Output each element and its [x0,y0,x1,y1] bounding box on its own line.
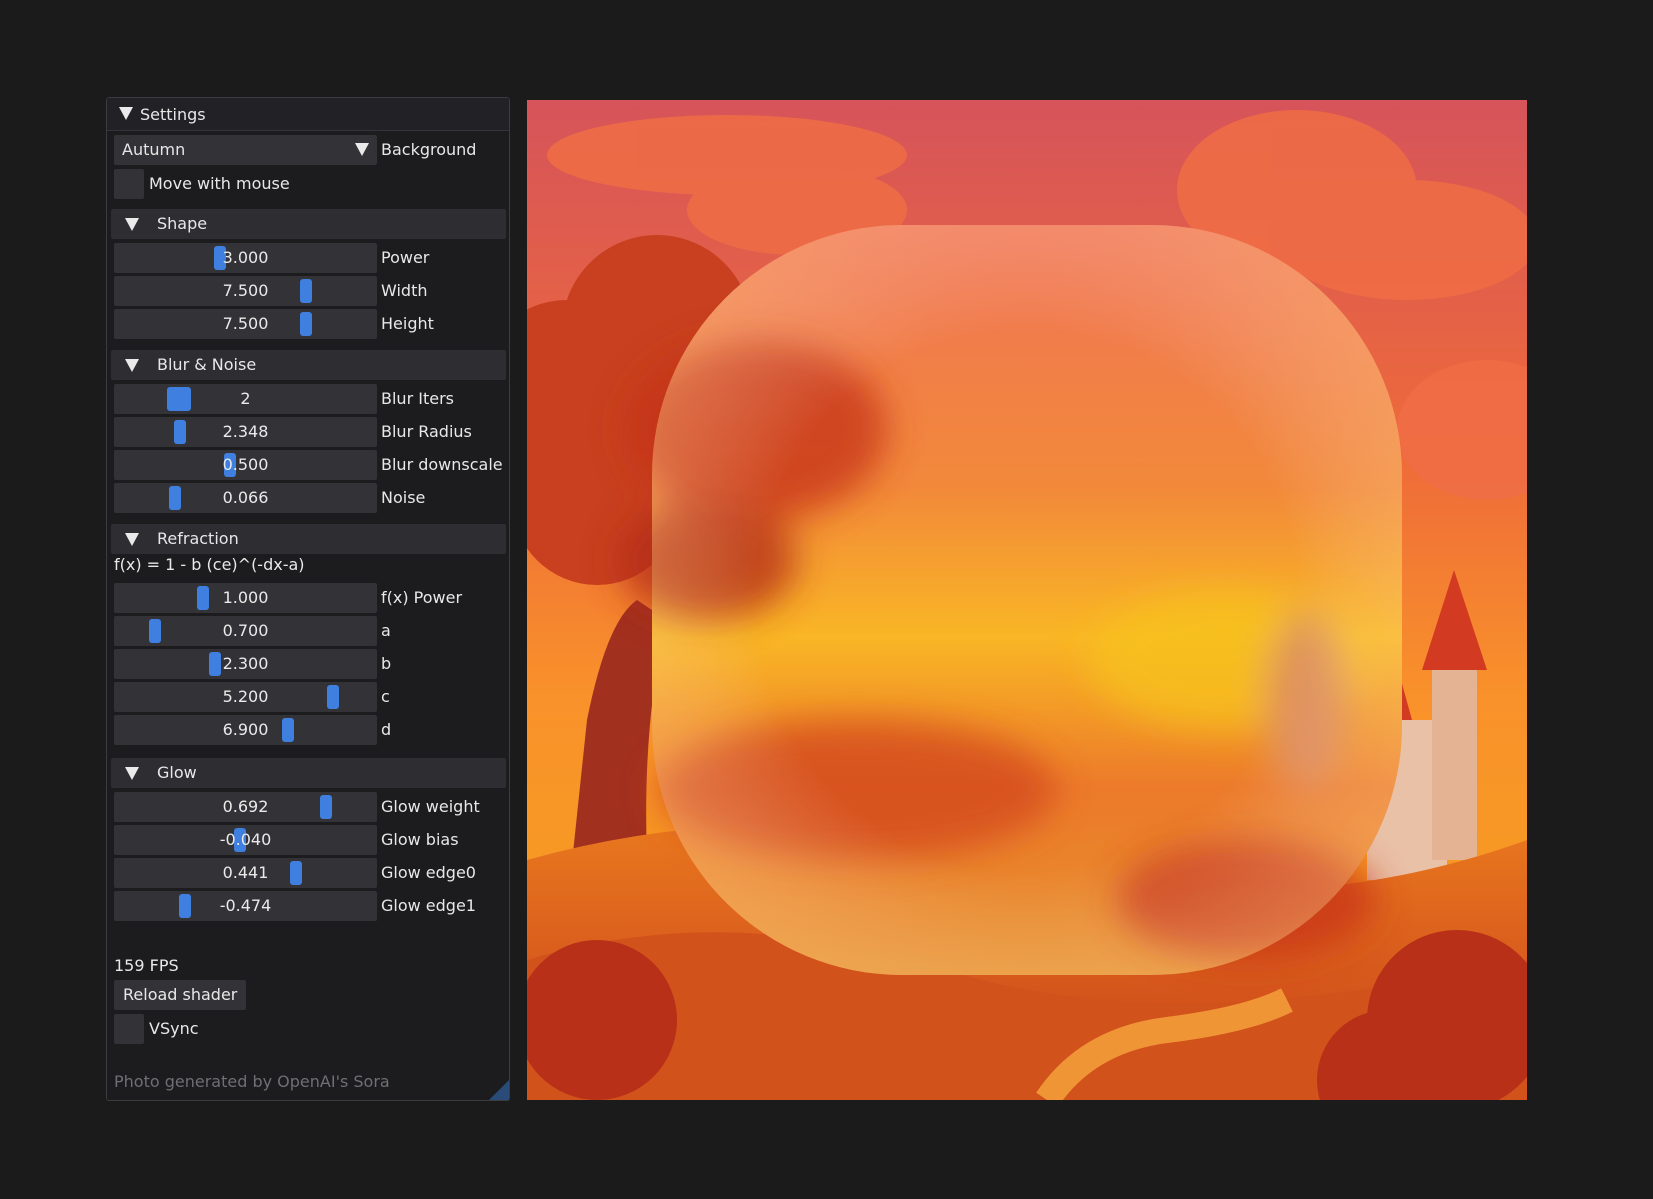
glow-weight-value: 0.692 [222,797,269,816]
b-label: b [381,654,392,673]
c-value: 5.200 [222,687,269,706]
fps-counter: 159 FPS [114,956,179,975]
background-select-value: Autumn [122,140,186,159]
shader-viewport[interactable] [527,100,1527,1100]
glow-bias-value: -0.040 [219,830,272,849]
fx-power-slider[interactable]: 1.000 [114,583,377,613]
glow-edge0-value: 0.441 [222,863,269,882]
vsync-label: VSync [149,1019,199,1038]
glow-edge1-label: Glow edge1 [381,896,476,915]
settings-window: Settings Autumn Background Move with mou… [106,97,510,1101]
height-value: 7.500 [222,314,269,333]
background-select[interactable]: Autumn [114,135,377,165]
move-with-mouse-label: Move with mouse [149,174,290,193]
glow-weight-label: Glow weight [381,797,480,816]
d-slider[interactable]: 6.900 [114,715,377,745]
move-with-mouse-checkbox[interactable] [114,169,144,199]
collapse-arrow-icon [125,767,139,780]
d-value: 6.900 [222,720,269,739]
glow-edge0-slider[interactable]: 0.441 [114,858,377,888]
blur-radius-slider[interactable]: 2.348 [114,417,377,447]
height-slider[interactable]: 7.500 [114,309,377,339]
blur-iters-slider[interactable]: 2 [114,384,377,414]
reload-shader-button[interactable]: Reload shader [114,980,247,1010]
width-value: 7.500 [222,281,269,300]
section-refraction-label: Refraction [157,529,239,548]
width-slider[interactable]: 7.500 [114,276,377,306]
glow-edge1-value: -0.474 [219,896,272,915]
blur-downscale-slider[interactable]: 0.500 [114,450,377,480]
noise-label: Noise [381,488,426,507]
glow-bias-label: Glow bias [381,830,459,849]
fx-power-value: 1.000 [222,588,269,607]
power-value: 3.000 [222,248,269,267]
fx-power-label: f(x) Power [381,588,463,607]
section-blur-noise-label: Blur & Noise [157,355,257,374]
section-blur-noise[interactable]: Blur & Noise [111,350,506,380]
a-label: a [381,621,391,640]
b-slider[interactable]: 2.300 [114,649,377,679]
noise-value: 0.066 [222,488,269,507]
background-label: Background [381,140,477,159]
section-glow[interactable]: Glow [111,758,506,788]
blur-downscale-value: 0.500 [222,455,269,474]
a-slider[interactable]: 0.700 [114,616,377,646]
width-label: Width [381,281,428,300]
section-shape-label: Shape [157,214,208,233]
vsync-checkbox[interactable] [114,1014,144,1044]
chevron-down-icon [355,143,369,156]
refraction-formula: f(x) = 1 - b (ce)^(-dx-a) [114,555,305,574]
glow-bias-slider[interactable]: -0.040 [114,825,377,855]
blur-iters-value: 2 [240,389,251,408]
d-label: d [381,720,392,739]
noise-slider[interactable]: 0.066 [114,483,377,513]
glow-edge1-slider[interactable]: -0.474 [114,891,377,921]
section-glow-label: Glow [157,763,197,782]
c-slider[interactable]: 5.200 [114,682,377,712]
height-label: Height [381,314,434,333]
glow-weight-slider[interactable]: 0.692 [114,792,377,822]
b-value: 2.300 [222,654,269,673]
blur-radius-value: 2.348 [222,422,269,441]
blur-iters-label: Blur Iters [381,389,454,408]
c-label: c [381,687,390,706]
power-slider[interactable]: 3.000 [114,243,377,273]
a-value: 0.700 [222,621,269,640]
section-shape[interactable]: Shape [111,209,506,239]
collapse-arrow-icon [125,218,139,231]
blur-radius-label: Blur Radius [381,422,472,441]
section-refraction[interactable]: Refraction [111,524,506,554]
power-label: Power [381,248,430,267]
photo-credit: Photo generated by OpenAI's Sora [114,1072,390,1091]
blur-downscale-label: Blur downscale [381,455,503,474]
settings-titlebar[interactable]: Settings [107,98,509,131]
collapse-arrow-icon [125,359,139,372]
resize-grip[interactable] [489,1080,509,1100]
glow-edge0-label: Glow edge0 [381,863,476,882]
collapse-arrow-icon [125,533,139,546]
collapse-arrow-icon[interactable] [119,107,133,120]
autumn-scene-image [527,100,1527,1100]
window-title: Settings [140,105,206,124]
